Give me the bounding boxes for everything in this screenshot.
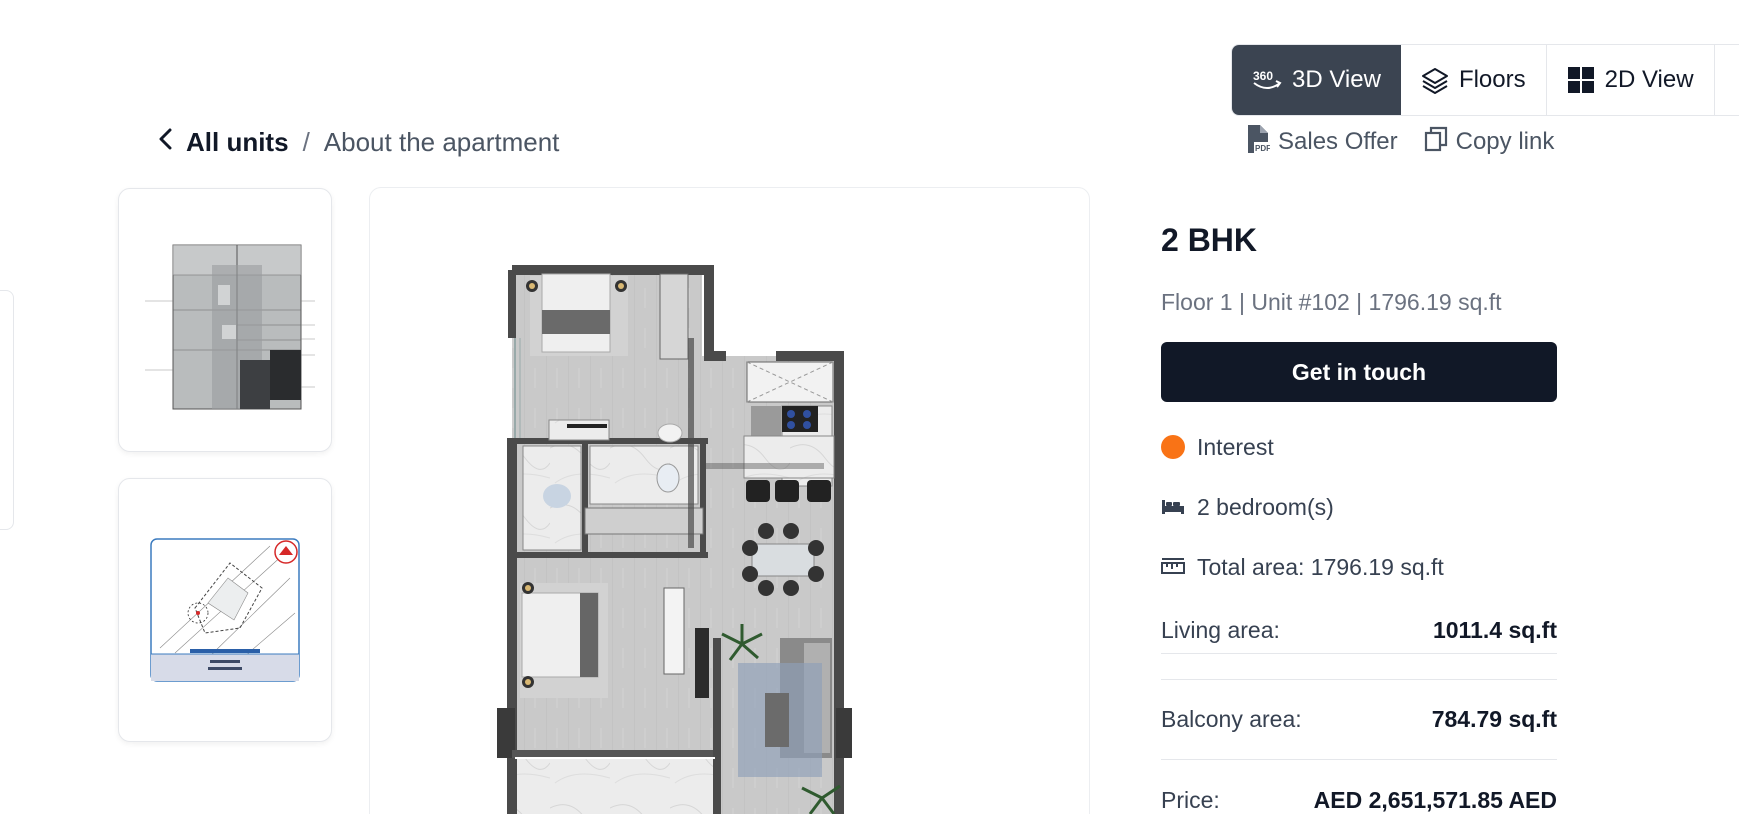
sales-offer-label: Sales Offer [1278, 128, 1398, 155]
copy-icon [1424, 126, 1448, 159]
balcony-area-row: Balcony area: 784.79 sq.ft [1161, 680, 1557, 760]
pdf-icon: PDF [1246, 124, 1271, 161]
svg-text:360: 360 [1253, 69, 1273, 83]
page-actions: PDF Sales Offer Copy link [1246, 124, 1555, 161]
unit-subtitle: Floor 1 | Unit #102 | 1796.19 sq.ft [1161, 289, 1502, 315]
status-dot-icon [1161, 435, 1185, 459]
grid-icon [1567, 66, 1595, 94]
layers-icon [1421, 66, 1449, 94]
unit-info-panel: 2 BHK Floor 1 | Unit #102 | 1796.19 sq.f… [1161, 222, 1557, 814]
status-row: Interest [1161, 430, 1557, 464]
floor-plan-viewer[interactable] [369, 187, 1090, 814]
get-in-touch-button[interactable]: Get in touch [1161, 342, 1557, 402]
floor-plan-thumbnail[interactable] [118, 188, 332, 452]
bedrooms-label: 2 bedroom(s) [1197, 493, 1334, 520]
price-row: Price: AED 2,651,571.85 AED [1161, 760, 1557, 814]
site-map-thumbnail[interactable] [118, 478, 332, 742]
breadcrumb-current: About the apartment [323, 126, 560, 157]
total-area-row: Total area: 1796.19 sq.ft [1161, 550, 1557, 584]
price-label: Price: [1161, 786, 1220, 813]
breadcrumb: All units / About the apartment [158, 126, 559, 158]
status-label: Interest [1197, 433, 1274, 460]
view-toggle: 360 3D View Floors 2D View [1231, 44, 1739, 116]
ruler-icon [1161, 557, 1185, 577]
view-2d-button[interactable]: 2D View [1547, 45, 1715, 115]
view-floors-label: Floors [1458, 66, 1526, 93]
360-icon: 360 [1252, 67, 1282, 93]
living-area-value: 1011.4 sq.ft [1432, 617, 1557, 643]
price-value: AED 2,651,571.85 AED [1313, 786, 1557, 813]
site-map-thumbnail-image [150, 538, 300, 682]
sales-offer-button[interactable]: PDF Sales Offer [1246, 124, 1398, 161]
chevron-left-icon [158, 127, 172, 158]
side-panel-handle[interactable] [0, 290, 14, 530]
balcony-area-value: 784.79 sq.ft [1431, 706, 1557, 732]
breadcrumb-separator: / [302, 126, 310, 157]
total-area-label: Total area: 1796.19 sq.ft [1197, 553, 1444, 580]
copy-link-button[interactable]: Copy link [1424, 126, 1555, 159]
living-area-divider [1161, 654, 1557, 680]
bed-icon [1161, 498, 1185, 516]
svg-text:PDF: PDF [1255, 144, 1270, 153]
view-3d-button[interactable]: 360 3D View [1232, 45, 1401, 115]
living-area-row: Living area: 1011.4 sq.ft [1161, 608, 1557, 654]
living-area-label: Living area: [1161, 617, 1280, 643]
back-link[interactable]: All units [158, 127, 289, 158]
view-3d-label: 3D View [1292, 66, 1381, 93]
view-2d-label: 2D View [1604, 66, 1694, 93]
floor-plan-thumbnail-image [145, 244, 315, 410]
view-floors-button[interactable]: Floors [1401, 45, 1547, 115]
balcony-area-label: Balcony area: [1161, 706, 1302, 732]
back-link-label: All units [186, 126, 289, 157]
floor-plan-image [497, 265, 852, 814]
unit-title: 2 BHK [1161, 222, 1258, 258]
bedrooms-row: 2 bedroom(s) [1161, 490, 1557, 524]
copy-link-label: Copy link [1455, 128, 1555, 155]
